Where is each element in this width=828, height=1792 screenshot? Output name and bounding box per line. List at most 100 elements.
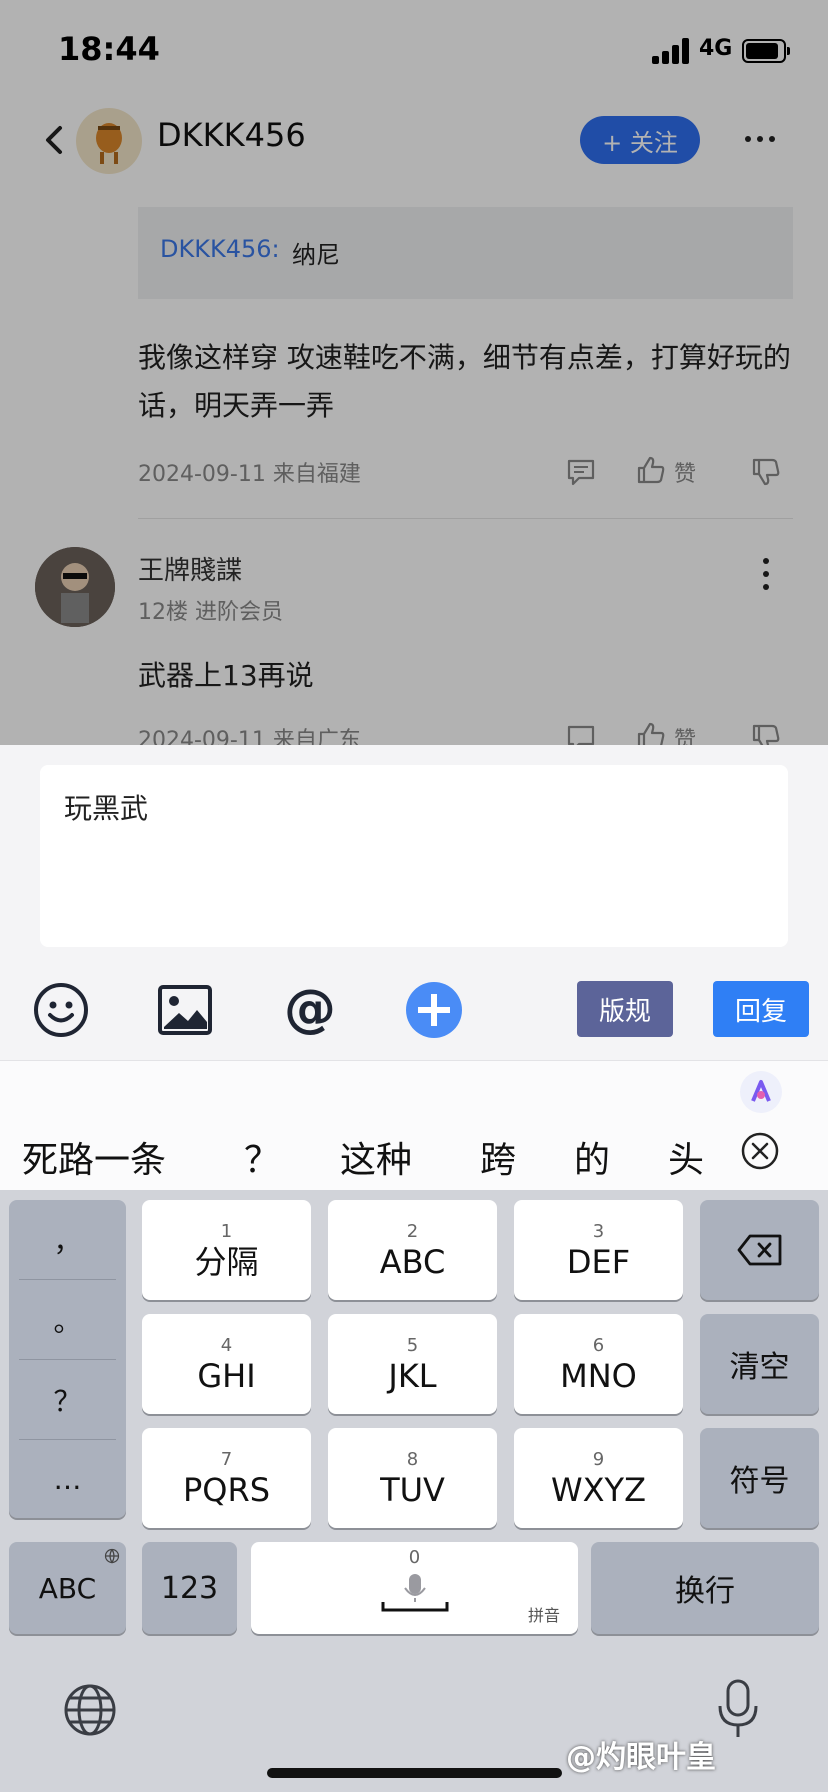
commenter-floor: 12楼 进阶会员 — [138, 600, 283, 625]
punct-key[interactable]: ？ — [9, 1360, 126, 1439]
signal-icon — [652, 38, 690, 64]
key-label: PQRS — [182, 1471, 271, 1509]
pinyin-keyboard: ， 。 ？ … 1 分隔 2 ABC 3 DEF 4 GHI 5 JKL 6 M… — [0, 1190, 828, 1792]
key-4[interactable]: 4 GHI — [142, 1314, 311, 1414]
comment-text: 武器上13再说 — [138, 659, 314, 692]
author-avatar[interactable] — [76, 108, 142, 174]
more-options-icon[interactable] — [742, 124, 778, 154]
punct-key[interactable]: 。 — [9, 1280, 126, 1359]
globe-icon[interactable] — [62, 1682, 118, 1738]
rules-button[interactable]: 版规 — [577, 981, 673, 1037]
battery-icon — [742, 39, 790, 63]
reply-icon[interactable] — [565, 456, 597, 488]
key-9[interactable]: 9 WXYZ — [514, 1428, 683, 1528]
close-candidates-icon[interactable] — [740, 1131, 780, 1171]
status-time: 18:44 — [58, 30, 160, 68]
key-1[interactable]: 1 分隔 — [142, 1200, 311, 1300]
comment-more-icon[interactable] — [760, 556, 772, 592]
reply-input[interactable]: 玩黑武 — [40, 765, 788, 947]
reply-composer: 玩黑武 @ 版规 回复 — [0, 745, 828, 1060]
status-bar: 18:44 4G — [0, 28, 828, 72]
symbol-key-label: 符号 — [729, 1464, 790, 1499]
reply-input-value: 玩黑武 — [64, 792, 149, 825]
enter-key-label: 换行 — [675, 1574, 735, 1609]
dislike-icon[interactable] — [750, 456, 782, 488]
divider — [138, 518, 793, 519]
key-label: DEF — [566, 1243, 631, 1281]
clear-key-label: 清空 — [729, 1350, 790, 1385]
like-icon[interactable] — [635, 720, 667, 745]
back-arrow-icon[interactable] — [40, 120, 68, 160]
enter-key[interactable]: 换行 — [591, 1542, 819, 1634]
backspace-key[interactable] — [700, 1200, 819, 1300]
ime-candidate-bar: 死路一条 ？ 这种 跨 的 头 — [0, 1060, 828, 1190]
watermark: @灼眼叶皇 — [566, 1740, 716, 1775]
key-label: ABC — [379, 1243, 446, 1281]
key-5[interactable]: 5 JKL — [328, 1314, 497, 1414]
key-number: 6 — [592, 1335, 605, 1356]
comment-actions: 赞 — [565, 452, 795, 492]
comment-text: 我像这样穿 攻速鞋吃不满，细节有点差，打算好玩的话，明天弄一弄 — [138, 341, 791, 422]
key-label: WXYZ — [550, 1471, 647, 1509]
space-key-hint: 拼音 — [527, 1606, 560, 1625]
number-switch-key[interactable]: 123 — [142, 1542, 237, 1634]
candidate-list: 死路一条 ？ 这种 跨 的 头 — [0, 1125, 712, 1181]
mention-icon[interactable]: @ — [280, 980, 340, 1040]
number-key-label: 123 — [160, 1570, 219, 1606]
candidate-item[interactable]: 头 — [668, 1131, 704, 1181]
like-icon[interactable] — [635, 454, 667, 486]
comment-actions: 赞 — [565, 718, 795, 745]
image-icon[interactable] — [155, 980, 215, 1040]
dictation-mic-icon[interactable] — [716, 1678, 760, 1740]
dislike-icon[interactable] — [750, 722, 782, 745]
key-label: 分隔 — [194, 1243, 259, 1281]
commenter-name[interactable]: 王牌賤諜 — [138, 550, 242, 587]
commenter-avatar[interactable] — [35, 547, 115, 627]
candidate-item[interactable]: 的 — [574, 1131, 610, 1181]
quoted-reply: DKKK456: 纳尼 — [138, 207, 793, 299]
nav-title: DKKK456 — [157, 116, 306, 154]
key-number: 4 — [220, 1335, 233, 1356]
abc-switch-key[interactable]: ABC — [9, 1542, 126, 1634]
backspace-icon — [737, 1234, 781, 1266]
candidate-item[interactable]: ？ — [244, 1131, 280, 1181]
clear-key[interactable]: 清空 — [700, 1314, 819, 1414]
key-7[interactable]: 7 PQRS — [142, 1428, 311, 1528]
punct-key[interactable]: … — [9, 1440, 126, 1518]
emoji-icon[interactable] — [31, 980, 91, 1040]
key-label: MNO — [560, 1357, 637, 1395]
key-3[interactable]: 3 DEF — [514, 1200, 683, 1300]
symbol-key[interactable]: 符号 — [700, 1428, 819, 1528]
network-label: 4G — [699, 36, 733, 61]
punct-key[interactable]: ， — [9, 1200, 126, 1279]
quoted-author[interactable]: DKKK456: — [160, 235, 280, 263]
key-number: 9 — [592, 1449, 605, 1470]
key-number: 5 — [406, 1335, 419, 1356]
svg-text:@: @ — [284, 980, 336, 1039]
follow-button[interactable]: + 关注 — [580, 116, 700, 164]
candidate-item[interactable]: 跨 — [480, 1131, 516, 1181]
key-number: 8 — [406, 1449, 419, 1470]
like-label[interactable]: 赞 — [674, 722, 696, 745]
comment-meta: 2024-09-11 来自福建 — [138, 462, 361, 487]
key-label: GHI — [197, 1357, 256, 1395]
reply-icon[interactable] — [565, 722, 597, 745]
nav-bar: DKKK456 + 关注 — [0, 100, 828, 180]
key-number: 1 — [220, 1221, 233, 1242]
key-label: TUV — [380, 1471, 445, 1509]
abc-key-label: ABC — [38, 1571, 97, 1605]
candidate-item[interactable]: 这种 — [340, 1131, 412, 1181]
comment-meta: 2024-09-11 来自广东 — [138, 728, 361, 745]
reply-submit-button[interactable]: 回复 — [713, 981, 809, 1037]
punctuation-column: ， 。 ？ … — [9, 1200, 126, 1518]
key-6[interactable]: 6 MNO — [514, 1314, 683, 1414]
key-2[interactable]: 2 ABC — [328, 1200, 497, 1300]
ime-assistant-icon[interactable] — [740, 1071, 782, 1113]
candidate-item[interactable]: 死路一条 — [22, 1131, 166, 1181]
key-8[interactable]: 8 TUV — [328, 1428, 497, 1528]
home-indicator[interactable] — [267, 1768, 562, 1778]
space-key[interactable]: 0 拼音 — [251, 1542, 578, 1634]
like-label[interactable]: 赞 — [674, 456, 696, 488]
space-key-number: 0 — [408, 1547, 421, 1568]
add-more-icon[interactable] — [404, 980, 464, 1040]
